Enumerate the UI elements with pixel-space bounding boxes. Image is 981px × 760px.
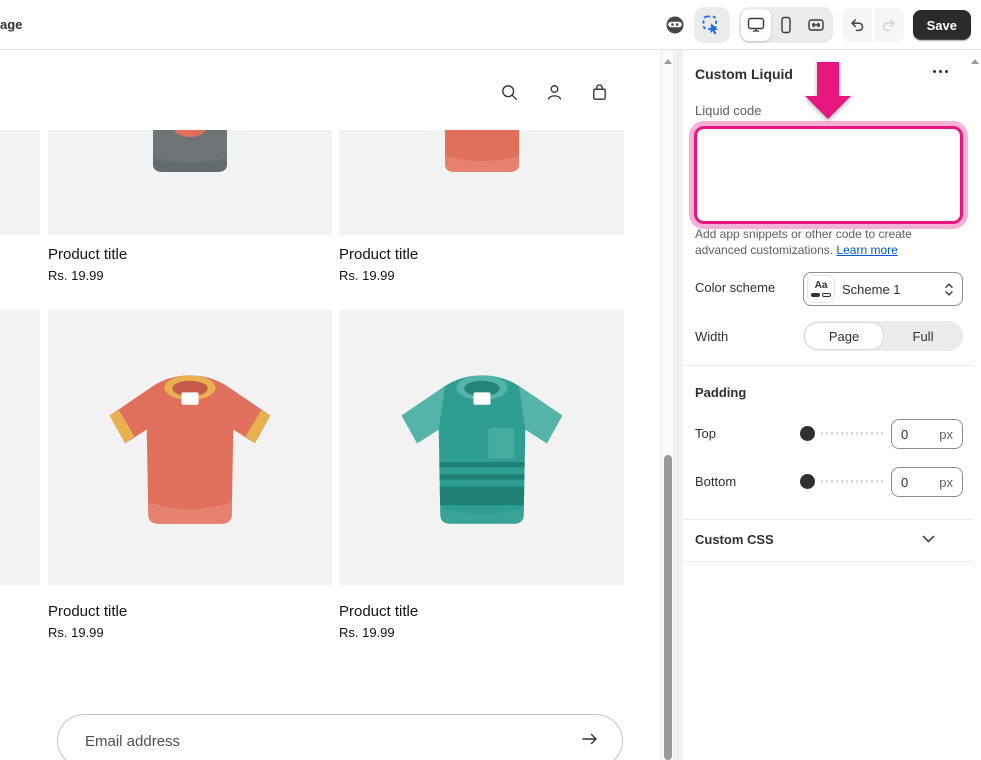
cart-icon[interactable] — [590, 83, 609, 102]
annotation-arrow — [805, 62, 851, 119]
red-tshirt-partial-graphic — [444, 130, 519, 172]
fullscreen-preview-button[interactable] — [801, 9, 831, 41]
product-price: Rs. 19.99 — [339, 625, 395, 640]
inspector-ninja-icon[interactable] — [665, 15, 685, 35]
color-scheme-label: Color scheme — [695, 280, 776, 295]
width-option-page[interactable]: Page — [804, 322, 884, 350]
product-image-teal-tshirt[interactable] — [339, 310, 624, 585]
padding-bottom-slider-track[interactable] — [821, 480, 885, 483]
topbar-controls: Save — [665, 0, 971, 50]
product-image-gray-tshirt[interactable] — [48, 130, 332, 235]
width-label: Width — [695, 329, 729, 344]
submit-arrow-icon[interactable] — [580, 730, 600, 753]
theme-editor: age Save Product title Rs. 19.99 Product… — [0, 0, 981, 760]
padding-top-input[interactable] — [901, 426, 931, 442]
mobile-preview-button[interactable] — [771, 9, 801, 41]
liquid-code-textarea[interactable] — [694, 126, 963, 224]
chevron-updown-icon — [945, 282, 953, 296]
padding-top-field: px — [891, 419, 963, 449]
padding-bottom-input[interactable] — [901, 474, 931, 490]
divider — [683, 561, 973, 562]
product-image-red-tshirt[interactable] — [48, 310, 332, 585]
custom-css-label: Custom CSS — [695, 532, 774, 547]
store-header-icons — [500, 83, 609, 102]
select-cursor-icon — [702, 15, 718, 35]
padding-top-slider-track[interactable] — [821, 432, 885, 435]
more-options-icon[interactable] — [933, 70, 948, 73]
padding-bottom-field: px — [891, 467, 963, 497]
divider — [683, 365, 973, 366]
product-price: Rs. 19.99 — [48, 268, 104, 283]
page-title: age — [0, 17, 23, 32]
preview-scrollbar-thumb[interactable] — [664, 455, 672, 760]
panel-title: Custom Liquid — [695, 66, 793, 82]
section-select-tool-button[interactable] — [693, 7, 730, 43]
helper-text: Add app snippets or other code to create… — [695, 226, 965, 258]
gray-tshirt-partial-graphic — [153, 130, 227, 172]
product-image-red-tshirt-partial[interactable] — [339, 130, 624, 235]
color-scheme-select[interactable]: Aa Scheme 1 — [803, 272, 963, 306]
scroll-up-arrow-icon[interactable] — [664, 59, 672, 64]
product-title[interactable]: Product title — [48, 603, 127, 620]
account-icon[interactable] — [545, 83, 564, 102]
save-button[interactable]: Save — [912, 10, 971, 40]
padding-section-title: Padding — [695, 385, 747, 400]
padding-top-label: Top — [695, 426, 716, 441]
theme-preview-pane: Product title Rs. 19.99 Product title Rs… — [0, 50, 673, 760]
fullscreen-icon — [807, 19, 824, 31]
email-input[interactable] — [85, 732, 580, 750]
color-scheme-swatch-icon: Aa — [808, 276, 834, 302]
panel-scroll-up-arrow-icon[interactable] — [971, 59, 979, 64]
padding-top-slider-knob[interactable] — [800, 426, 815, 441]
chevron-down-icon — [922, 535, 935, 543]
custom-liquid-settings-panel: Custom Liquid Liquid code Add app snippe… — [683, 50, 981, 760]
teal-tshirt-graphic — [401, 374, 562, 524]
product-title[interactable]: Product title — [48, 246, 127, 263]
undo-redo-group — [841, 8, 904, 42]
liquid-code-label: Liquid code — [695, 103, 762, 118]
learn-more-link[interactable]: Learn more — [836, 243, 897, 257]
desktop-icon — [747, 17, 764, 33]
undo-button[interactable] — [841, 8, 872, 42]
redo-button[interactable] — [873, 8, 904, 42]
search-icon[interactable] — [500, 83, 519, 102]
undo-icon — [850, 19, 863, 32]
product-title[interactable]: Product title — [339, 246, 418, 263]
product-card-partial[interactable] — [0, 130, 40, 235]
device-preview-toggle — [738, 7, 833, 43]
color-scheme-value: Scheme 1 — [842, 281, 901, 297]
width-option-full[interactable]: Full — [884, 322, 962, 350]
red-tshirt-graphic — [109, 374, 271, 524]
width-segmented-control: Page Full — [803, 321, 963, 351]
newsletter-signup — [57, 714, 623, 760]
padding-bottom-label: Bottom — [695, 474, 737, 489]
product-price: Rs. 19.99 — [48, 625, 104, 640]
desktop-preview-button[interactable] — [740, 9, 771, 41]
product-card-partial[interactable] — [0, 310, 40, 585]
padding-top-unit: px — [939, 426, 953, 442]
aa-glyph: Aa — [814, 280, 828, 291]
product-price: Rs. 19.99 — [339, 268, 395, 283]
padding-bottom-slider-knob[interactable] — [800, 474, 815, 489]
ninja-icon — [666, 16, 684, 34]
editor-topbar: age Save — [0, 0, 981, 50]
preview-scrollbar[interactable] — [661, 50, 673, 760]
mobile-icon — [780, 16, 791, 34]
redo-icon — [882, 19, 895, 32]
padding-bottom-unit: px — [939, 474, 953, 490]
custom-css-section-toggle[interactable]: Custom CSS — [683, 519, 973, 561]
product-title[interactable]: Product title — [339, 603, 418, 620]
